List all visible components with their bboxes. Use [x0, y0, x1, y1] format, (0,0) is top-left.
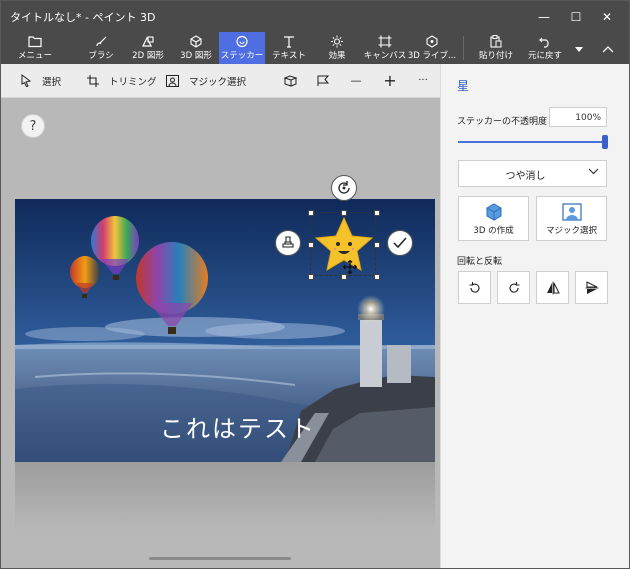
- paste-button[interactable]: 貼り付け: [476, 32, 516, 64]
- stamp-icon: [282, 236, 294, 248]
- view-3d-icon: [283, 74, 297, 87]
- checkmark-icon: [393, 237, 407, 249]
- zoom-in-button[interactable]: +: [379, 64, 401, 97]
- sun-icon: [331, 35, 343, 48]
- ribbon-brush[interactable]: ブラシ: [81, 32, 121, 64]
- select-tool[interactable]: 選択: [21, 64, 61, 97]
- resize-handle-left[interactable]: [308, 242, 314, 248]
- rotate-left-button[interactable]: [458, 271, 491, 304]
- opacity-slider[interactable]: [458, 141, 606, 143]
- magic-select-icon: [166, 74, 179, 87]
- rotate-right-button[interactable]: [497, 271, 530, 304]
- ribbon: メニュー ブラシ 2D 図形 3D 図形 ステッカー テキスト 効果 キャンバス…: [1, 32, 629, 64]
- chevron-down-icon: [588, 168, 599, 175]
- rotate-flip-label: 回転と反転: [457, 257, 503, 267]
- finish-value: つや消し: [505, 171, 546, 182]
- rotate-left-icon: [469, 281, 480, 293]
- flag-icon: [317, 75, 329, 86]
- canvas-reflection: [15, 462, 435, 532]
- flip-horizontal-icon: [546, 281, 560, 294]
- magic-select-tool[interactable]: マジック選択: [166, 64, 246, 97]
- opacity-input[interactable]: 100%: [549, 107, 607, 127]
- undo-button[interactable]: 元に戻す: [523, 32, 567, 64]
- help-button[interactable]: ?: [21, 114, 45, 138]
- sticker-selection-box[interactable]: [308, 210, 380, 280]
- title-bar: タイトルなし* - ペイント 3D — ☐ ✕: [1, 1, 629, 32]
- cube-3d-icon: [486, 203, 501, 221]
- text-icon: [284, 36, 294, 48]
- resize-handle-right[interactable]: [374, 242, 380, 248]
- flip-vertical-icon: [585, 280, 598, 294]
- resize-handle-bottom-left[interactable]: [308, 274, 314, 280]
- commit-button[interactable]: [387, 230, 413, 256]
- ribbon-2d-shapes[interactable]: 2D 図形: [125, 32, 171, 64]
- zoom-out-button[interactable]: —: [345, 64, 367, 97]
- canvas-toolbar: 選択 トリミング マジック選択 — + ···: [1, 64, 440, 98]
- window-title: タイトルなし* - ペイント 3D: [10, 11, 156, 24]
- crop-icon: [87, 74, 99, 87]
- magic-select-icon: [561, 203, 582, 221]
- resize-handle-top-right[interactable]: [374, 210, 380, 216]
- maximize-button[interactable]: ☐: [560, 1, 592, 32]
- brush-icon: [96, 36, 107, 47]
- minus-icon: —: [350, 74, 362, 87]
- ribbon-3d-library[interactable]: 3D ライブ...: [408, 32, 456, 64]
- opacity-label: ステッカーの不透明度: [457, 117, 548, 127]
- collapse-ribbon-button[interactable]: [595, 32, 621, 64]
- sticker-icon: [236, 35, 248, 48]
- ribbon-separator: [463, 36, 464, 60]
- ribbon-effects[interactable]: 効果: [317, 32, 357, 64]
- ribbon-menu[interactable]: メニュー: [15, 32, 55, 64]
- view-3d-button[interactable]: [279, 64, 301, 97]
- crop-tool[interactable]: トリミング: [87, 64, 157, 97]
- cursor-icon: [21, 74, 32, 87]
- ribbon-canvas[interactable]: キャンバス: [363, 32, 407, 64]
- folder-icon: [28, 36, 42, 48]
- maximize-icon: ☐: [570, 9, 582, 24]
- resize-handle-top[interactable]: [341, 210, 347, 216]
- close-icon: ✕: [601, 9, 613, 24]
- ribbon-text[interactable]: テキスト: [269, 32, 309, 64]
- sticker-panel: 星 ステッカーの不透明度 100% つや消し 3D の作成 マジック選択 回転と…: [440, 64, 629, 568]
- library-icon: [426, 35, 438, 48]
- minimize-button[interactable]: —: [528, 1, 560, 32]
- paint3d-window: タイトルなし* - ペイント 3D — ☐ ✕ メニュー ブラシ 2D 図形 3…: [0, 0, 630, 569]
- opacity-slider-thumb[interactable]: [602, 135, 608, 149]
- resize-handle-bottom-right[interactable]: [374, 274, 380, 280]
- more-icon: ···: [418, 75, 428, 86]
- canvas-icon: [378, 35, 392, 48]
- resize-handle-bottom[interactable]: [341, 274, 347, 280]
- shapes-2d-icon: [142, 36, 154, 47]
- paste-icon: [490, 35, 502, 48]
- make-3d-button[interactable]: 3D の作成: [458, 196, 529, 241]
- magic-select-button[interactable]: マジック選択: [536, 196, 607, 241]
- mixed-reality-button[interactable]: [312, 64, 334, 97]
- plus-icon: +: [383, 71, 397, 90]
- horizontal-scrollbar[interactable]: [149, 557, 291, 560]
- rotate-handle-button[interactable]: [331, 175, 357, 201]
- minimize-icon: —: [538, 9, 550, 24]
- more-options-button[interactable]: ···: [412, 64, 434, 97]
- rotate-icon: [338, 181, 350, 194]
- canvas-text[interactable]: これはテスト: [15, 409, 316, 444]
- rotate-right-icon: [508, 281, 519, 293]
- flip-horizontal-button[interactable]: [536, 271, 569, 304]
- close-button[interactable]: ✕: [591, 1, 623, 32]
- caret-down-icon: [575, 46, 583, 52]
- workspace[interactable]: ? これはテスト: [1, 98, 440, 568]
- ribbon-3d-shapes[interactable]: 3D 図形: [173, 32, 219, 64]
- panel-title: 星: [457, 79, 470, 93]
- flip-vertical-button[interactable]: [575, 271, 608, 304]
- ribbon-stickers[interactable]: ステッカー: [219, 32, 265, 64]
- cube-icon: [190, 35, 202, 48]
- chevron-up-icon: [602, 45, 614, 52]
- resize-handle-top-left[interactable]: [308, 210, 314, 216]
- stamp-button[interactable]: [275, 230, 301, 256]
- undo-dropdown-button[interactable]: [569, 32, 589, 64]
- help-icon: ?: [29, 118, 37, 134]
- finish-dropdown[interactable]: つや消し: [458, 160, 607, 187]
- undo-icon: [539, 37, 549, 48]
- move-cursor-icon: [343, 260, 357, 274]
